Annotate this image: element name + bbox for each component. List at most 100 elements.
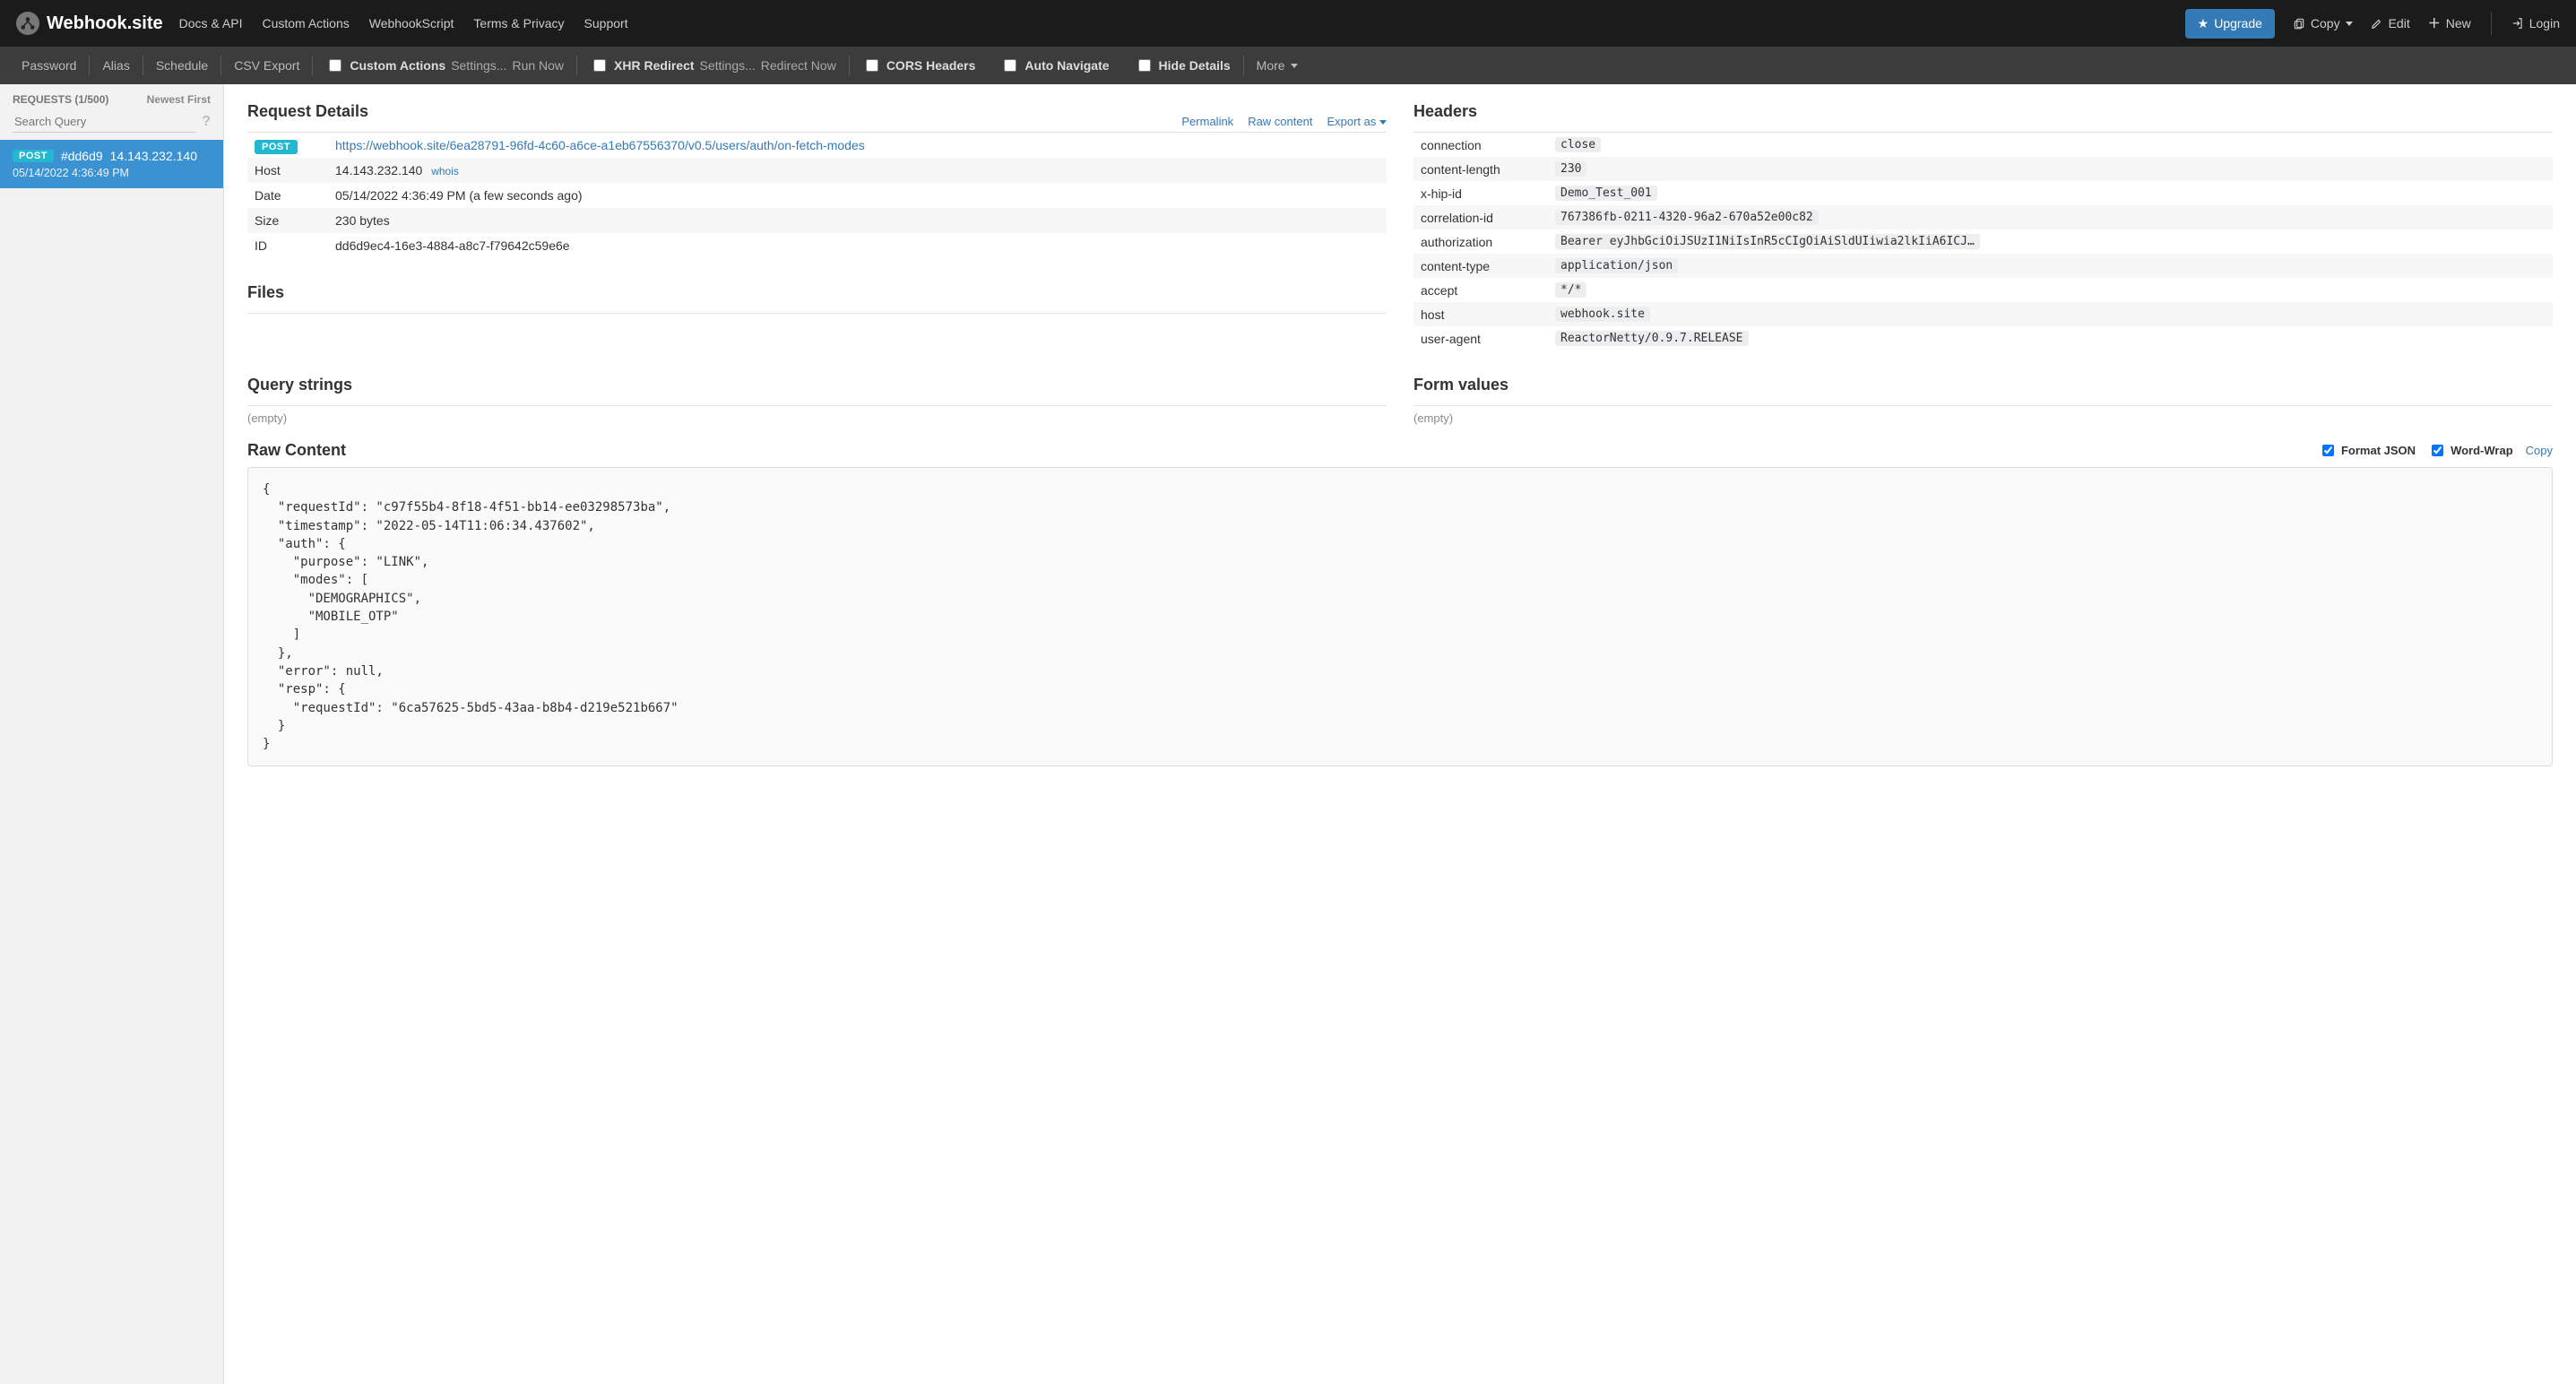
id-value: dd6d9ec4-16e3-4884-a8c7-f79642c59e6e	[328, 233, 1387, 258]
header-key: host	[1413, 302, 1548, 326]
tb-more[interactable]: More	[1244, 47, 1310, 84]
header-value[interactable]: 767386fb-0211-4320-96a2-670a52e00c82	[1555, 210, 1819, 225]
brand[interactable]: Webhook.site	[16, 12, 163, 35]
detail-row-host: Host 14.143.232.140 whois	[247, 158, 1387, 183]
header-value-cell: 230	[1548, 157, 2553, 181]
date-value: 05/14/2022 4:36:49 PM (a few seconds ago…	[328, 183, 1387, 208]
edit-link[interactable]: Edit	[2371, 16, 2410, 30]
main: REQUESTS (1/500) Newest First ? POST #dd…	[0, 84, 2576, 1384]
sort-toggle[interactable]: Newest First	[147, 93, 211, 106]
headers-header: Headers	[1413, 97, 2553, 133]
header-key: user-agent	[1413, 326, 1548, 350]
request-line1: POST #dd6d9 14.143.232.140	[13, 149, 211, 163]
header-row: content-type application/json	[1413, 254, 2553, 278]
detail-row-date: Date 05/14/2022 4:36:49 PM (a few second…	[247, 183, 1387, 208]
tb-auto-nav: Auto Navigate	[988, 47, 1121, 84]
format-json-checkbox[interactable]	[2322, 445, 2334, 456]
auto-nav-checkbox[interactable]	[1004, 59, 1016, 72]
custom-actions-run[interactable]: Run Now	[512, 58, 564, 73]
header-key: content-length	[1413, 157, 1548, 181]
tb-custom-actions-group: Custom Actions Settings... Run Now	[313, 47, 576, 84]
header-value-cell: 767386fb-0211-4320-96a2-670a52e00c82	[1548, 205, 2553, 229]
clipboard-icon	[2293, 17, 2305, 30]
pencil-icon	[2371, 17, 2383, 30]
form-column: Form values (empty)	[1413, 370, 2553, 425]
header-row: x-hip-idDemo_Test_001	[1413, 181, 2553, 205]
header-value[interactable]: */*	[1555, 282, 1586, 298]
header-value[interactable]: 230	[1555, 161, 1586, 177]
sidebar-search: ?	[0, 111, 223, 140]
raw-content-link[interactable]: Raw content	[1248, 115, 1312, 128]
details-header: Request Details Permalink Raw content Ex…	[247, 97, 1387, 133]
header-value[interactable]: Bearer eyJhbGciOiJSUzI1NiIsInR5cCIgOiAiS…	[1555, 234, 1980, 249]
detail-row-url: POST https://webhook.site/6ea28791-96fd-…	[247, 133, 1387, 158]
custom-actions-label: Custom Actions	[350, 58, 445, 73]
header-value[interactable]: Demo_Test_001	[1555, 186, 1657, 201]
request-hash: #dd6d9	[61, 149, 103, 163]
login-link[interactable]: Login	[2511, 16, 2560, 30]
help-icon[interactable]: ?	[202, 114, 211, 130]
cors-checkbox[interactable]	[866, 59, 878, 72]
tb-password[interactable]: Password	[9, 47, 89, 84]
copy-raw-link[interactable]: Copy	[2526, 444, 2553, 457]
export-as-menu[interactable]: Export as	[1327, 115, 1387, 128]
tb-cors: CORS Headers	[850, 47, 989, 84]
word-wrap-toggle[interactable]: Word-Wrap	[2428, 442, 2513, 459]
files-title: Files	[247, 283, 284, 302]
header-value-cell: ReactorNetty/0.9.7.RELEASE	[1548, 326, 2553, 350]
request-timestamp: 05/14/2022 4:36:49 PM	[13, 167, 211, 179]
tb-alias[interactable]: Alias	[90, 47, 142, 84]
size-label: Size	[247, 208, 328, 233]
form-empty: (empty)	[1413, 411, 2553, 425]
header-value[interactable]: ReactorNetty/0.9.7.RELEASE	[1555, 331, 1749, 346]
header-key: content-type	[1413, 254, 1548, 278]
edit-label: Edit	[2389, 16, 2410, 30]
custom-actions-settings[interactable]: Settings...	[451, 58, 506, 73]
raw-title: Raw Content	[247, 441, 346, 460]
header-value-cell: */*	[1548, 278, 2553, 302]
header-value[interactable]: application/json	[1555, 258, 1678, 273]
tb-schedule[interactable]: Schedule	[143, 47, 220, 84]
word-wrap-label: Word-Wrap	[2451, 444, 2513, 457]
login-label: Login	[2529, 16, 2560, 30]
raw-body[interactable]: { "requestId": "c97f55b4-8f18-4f51-bb14-…	[247, 467, 2553, 766]
sidebar-header: REQUESTS (1/500) Newest First	[0, 84, 223, 111]
header-row: user-agent ReactorNetty/0.9.7.RELEASE	[1413, 326, 2553, 350]
nav-docs[interactable]: Docs & API	[179, 16, 243, 30]
request-url[interactable]: https://webhook.site/6ea28791-96fd-4c60-…	[335, 138, 865, 152]
header-row: connectionclose	[1413, 133, 2553, 157]
nav-custom-actions[interactable]: Custom Actions	[262, 16, 349, 30]
form-header: Form values	[1413, 370, 2553, 406]
request-list-item[interactable]: POST #dd6d9 14.143.232.140 05/14/2022 4:…	[0, 140, 223, 188]
xhr-settings[interactable]: Settings...	[700, 58, 756, 73]
header-value[interactable]: close	[1555, 137, 1601, 152]
files-header: Files	[247, 278, 1387, 314]
host-label: Host	[247, 158, 328, 183]
headers-table: connectionclosecontent-length 230 x-hip-id…	[1413, 133, 2553, 350]
raw-options: Format JSON Word-Wrap Copy	[2319, 442, 2553, 459]
details-actions: Permalink Raw content Export as	[1181, 115, 1387, 128]
xhr-redirect-checkbox[interactable]	[593, 59, 606, 72]
word-wrap-checkbox[interactable]	[2432, 445, 2443, 456]
header-row: accept*/*	[1413, 278, 2553, 302]
xhr-redirect-now[interactable]: Redirect Now	[761, 58, 836, 73]
header-row: authorizationBearer eyJhbGciOiJSUzI1NiIs…	[1413, 229, 2553, 254]
nav-terms[interactable]: Terms & Privacy	[473, 16, 564, 30]
nav-webhookscript[interactable]: WebhookScript	[369, 16, 454, 30]
search-input[interactable]	[13, 111, 196, 133]
nav-support[interactable]: Support	[584, 16, 628, 30]
header-value[interactable]: webhook.site	[1555, 307, 1650, 322]
whois-link[interactable]: whois	[431, 165, 459, 177]
cors-label: CORS Headers	[886, 58, 976, 73]
tb-csv-export[interactable]: CSV Export	[221, 47, 312, 84]
details-column: Request Details Permalink Raw content Ex…	[247, 97, 1387, 350]
new-link[interactable]: ＋ New	[2428, 14, 2471, 32]
custom-actions-checkbox[interactable]	[329, 59, 341, 72]
permalink-link[interactable]: Permalink	[1181, 115, 1233, 128]
upgrade-button[interactable]: ★ Upgrade	[2185, 9, 2275, 39]
star-icon: ★	[2198, 16, 2209, 31]
format-json-toggle[interactable]: Format JSON	[2319, 442, 2416, 459]
requests-count: REQUESTS (1/500)	[13, 93, 108, 106]
copy-menu[interactable]: Copy	[2293, 16, 2353, 30]
hide-details-checkbox[interactable]	[1138, 59, 1151, 72]
